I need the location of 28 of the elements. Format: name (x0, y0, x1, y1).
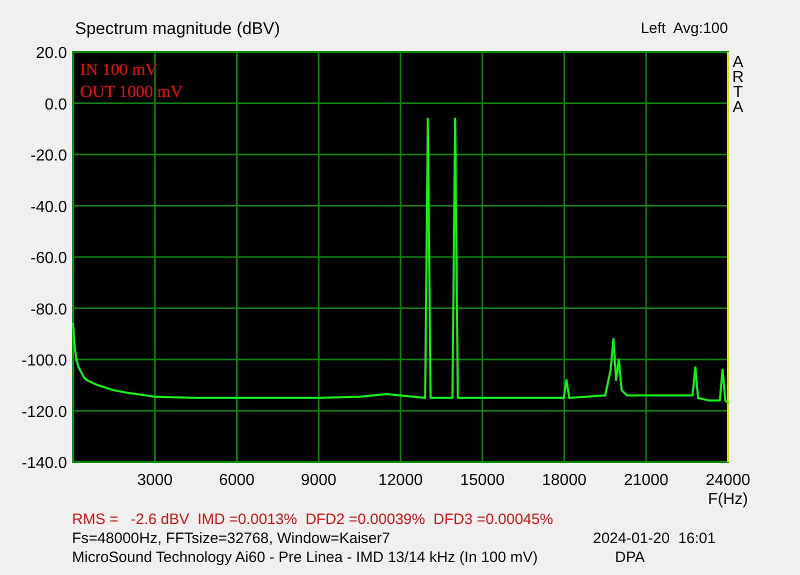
x-axis-label: F(Hz) (708, 491, 748, 508)
x-tick-label: 15000 (460, 472, 505, 489)
y-tick-label: -100.0 (22, 352, 67, 370)
y-tick-label: -80.0 (30, 301, 67, 318)
results-text: RMS = -2.6 dBV IMD =0.0013% DFD2 =0.00039% DFD3 =0.00045% (72, 510, 554, 529)
x-tick-label: 9000 (300, 472, 336, 489)
y-tick-label: -40.0 (30, 198, 67, 216)
chart-title: Spectrum magnitude (dBV) (75, 19, 280, 39)
y-tick-label: 20.0 (36, 45, 67, 62)
measurement-note: OUT 1000 mV (80, 82, 183, 101)
x-tick-label: 24000 (706, 472, 750, 489)
x-tick-label: 6000 (218, 472, 255, 489)
channel-info: Left Avg:100 (640, 19, 728, 39)
tag-text: DPA (615, 548, 645, 567)
brand-label: ARTA (732, 54, 744, 116)
x-tick-label: 3000 (137, 472, 173, 489)
x-tick-label: 12000 (378, 472, 423, 489)
y-tick-label: -120.0 (22, 404, 67, 421)
measurement-note: IN 100 mV (80, 60, 158, 79)
settings-text: Fs=48000Hz, FFTsize=32768, Window=Kaiser7 (72, 529, 392, 548)
y-tick-label: -20.0 (30, 148, 67, 164)
y-tick-label: 0.0 (44, 96, 67, 114)
x-tick-label: 18000 (542, 472, 586, 489)
description-text: MicroSound Technology Ai60 - Pre Linea - IMD 13/14 kHz (In 100 mV) (72, 548, 539, 567)
y-tick-label: -60.0 (30, 250, 67, 267)
x-tick-label: 21000 (624, 472, 668, 489)
timestamp: 2024-01-20 16:01 (593, 529, 716, 548)
y-tick-label: -140.0 (22, 455, 67, 472)
